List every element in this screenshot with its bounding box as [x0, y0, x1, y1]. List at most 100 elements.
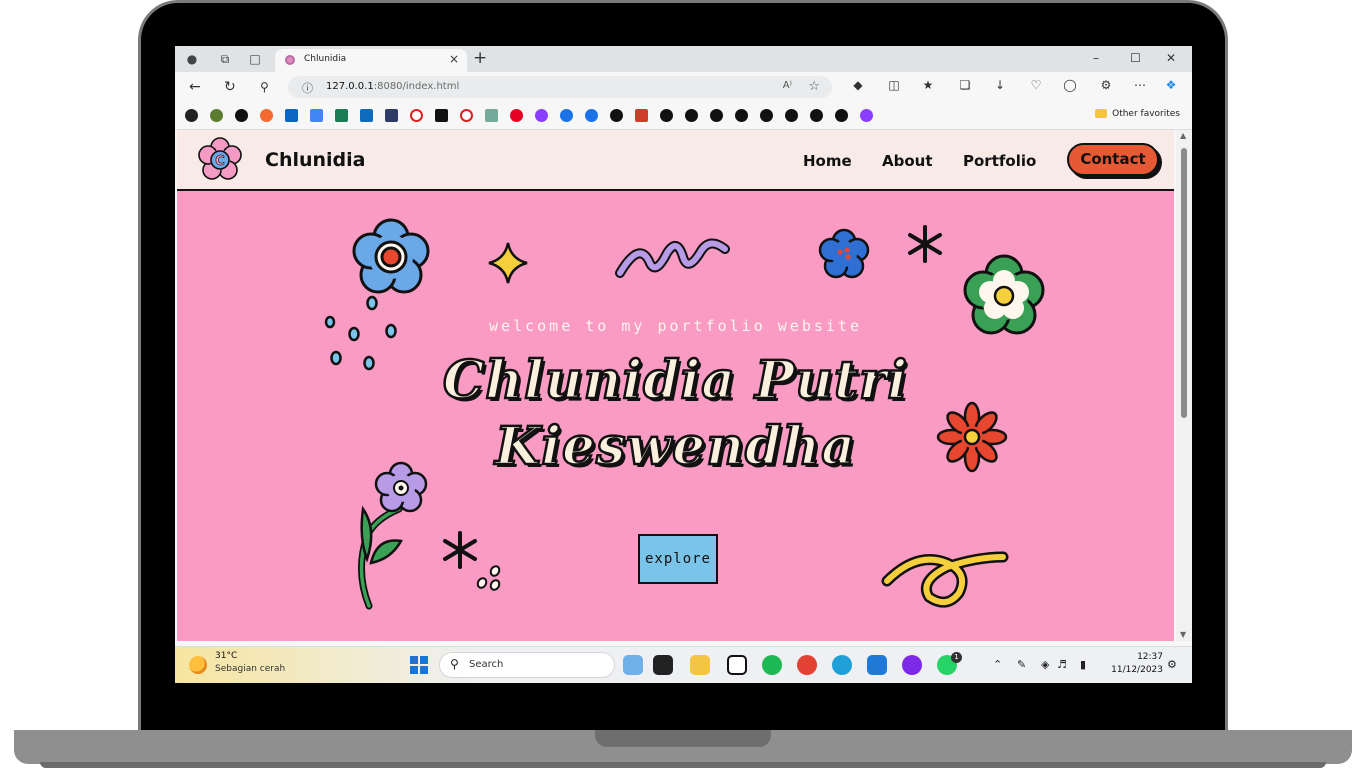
favorites-bar: Other favorites [175, 102, 1192, 130]
spotify-icon[interactable] [762, 655, 782, 675]
clock-time: 12:37 [1137, 652, 1163, 662]
github-icon[interactable] [810, 109, 823, 122]
site-icon[interactable] [385, 109, 398, 122]
explore-button[interactable]: explore [638, 534, 718, 584]
tray-overflow-icon[interactable]: ⌃ [993, 658, 1002, 671]
windows-start-icon[interactable] [410, 656, 428, 674]
notion-icon[interactable] [727, 655, 747, 675]
web-page: C Chlunidia Home About Portfolio Contact [177, 130, 1174, 641]
github-icon[interactable] [235, 109, 248, 122]
extension-icon[interactable]: ◆ [850, 78, 866, 92]
read-aloud-icon[interactable]: A⁾ [783, 80, 792, 91]
weather-condition[interactable]: Sebagian cerah [215, 664, 285, 674]
pinterest-icon[interactable] [510, 109, 523, 122]
clock[interactable]: 12:37 11/12/2023 [1103, 651, 1163, 677]
health-icon[interactable]: ♡ [1028, 78, 1044, 92]
tab-chlunidia[interactable]: Chlunidia × [275, 49, 467, 72]
github-icon[interactable] [735, 109, 748, 122]
other-favorites[interactable]: Other favorites [1095, 109, 1180, 119]
task-view-icon[interactable] [653, 655, 673, 675]
scroll-down-icon[interactable]: ▼ [1180, 630, 1186, 639]
chatgpt-icon[interactable] [485, 109, 498, 122]
contact-button[interactable]: Contact [1067, 143, 1159, 176]
nav-about[interactable]: About [882, 152, 933, 170]
github-icon[interactable] [660, 109, 673, 122]
tab-bar: ● ⧉ □ Chlunidia × + – ☐ ✕ [175, 46, 1192, 72]
weather-icon[interactable] [189, 656, 207, 674]
gitlab-icon[interactable] [260, 109, 273, 122]
browser-essentials-icon[interactable]: ◯ [1062, 78, 1078, 92]
site-icon[interactable] [860, 109, 873, 122]
more-menu-icon[interactable]: ⋯ [1132, 78, 1148, 92]
site-icon[interactable] [635, 109, 648, 122]
tab-close-icon[interactable]: × [449, 52, 459, 66]
tab-actions-icon[interactable]: □ [248, 52, 262, 66]
url-field[interactable]: ⓘ 127.0.0.1:8080/index.html A⁾ ☆ [288, 76, 832, 98]
search-icon[interactable]: ⚲ [260, 80, 269, 94]
github-icon[interactable] [835, 109, 848, 122]
url-text: 127.0.0.1:8080/index.html [326, 81, 460, 92]
back-icon[interactable]: ← [189, 79, 201, 95]
chrome-icon[interactable] [797, 655, 817, 675]
refresh-icon[interactable]: ↻ [224, 79, 236, 95]
github-icon[interactable] [710, 109, 723, 122]
folder-icon [1095, 109, 1108, 118]
whatsapp-badge: 1 [951, 652, 962, 663]
site-header: C Chlunidia Home About Portfolio Contact [177, 130, 1174, 191]
split-screen-icon[interactable]: ◫ [886, 78, 902, 92]
site-icon[interactable] [410, 109, 423, 122]
workspaces-icon[interactable]: ⧉ [218, 52, 232, 66]
docs-icon[interactable] [310, 109, 323, 122]
battery-icon[interactable]: ▮ [1080, 658, 1086, 671]
extensions-icon[interactable]: ⚙ [1098, 78, 1114, 92]
site-icon[interactable] [210, 109, 223, 122]
clock-date: 11/12/2023 [1111, 665, 1163, 675]
site-brand[interactable]: Chlunidia [265, 149, 365, 171]
nav-portfolio[interactable]: Portfolio [963, 152, 1036, 170]
copilot-app-icon[interactable] [623, 655, 643, 675]
new-tab-button[interactable]: + [473, 48, 487, 68]
outlook-icon[interactable] [360, 109, 373, 122]
notifications-icon[interactable]: ⚙ [1167, 658, 1177, 671]
linkedin-icon[interactable] [285, 109, 298, 122]
canva-icon[interactable] [902, 655, 922, 675]
hero-name-line2: Kieswendha [494, 415, 856, 479]
minimize-button[interactable]: – [1093, 51, 1099, 65]
vscode-icon[interactable] [867, 655, 887, 675]
file-explorer-icon[interactable] [690, 655, 710, 675]
downloads-icon[interactable]: ↓ [992, 78, 1008, 92]
close-window-button[interactable]: ✕ [1166, 51, 1176, 65]
volume-icon[interactable]: ♬ [1057, 658, 1067, 671]
github-icon[interactable] [685, 109, 698, 122]
maximize-button[interactable]: ☐ [1130, 51, 1141, 65]
wifi-icon[interactable]: ◈ [1041, 658, 1049, 671]
profile-icon[interactable]: ● [185, 52, 199, 66]
github-icon[interactable] [785, 109, 798, 122]
page-scrollbar[interactable]: ▲ ▼ [1176, 130, 1192, 641]
quora-icon[interactable] [460, 109, 473, 122]
scroll-up-icon[interactable]: ▲ [1180, 131, 1186, 140]
sparkle-icon [488, 242, 528, 284]
favorite-star-icon[interactable]: ☆ [808, 79, 820, 94]
github-icon[interactable] [610, 109, 623, 122]
medium-icon[interactable] [185, 109, 198, 122]
site-info-icon[interactable]: ⓘ [302, 80, 313, 96]
favorites-icon[interactable]: ★ [920, 78, 936, 92]
site-icon[interactable] [435, 109, 448, 122]
logo-flower-icon[interactable]: C [197, 137, 243, 183]
sheets-icon[interactable] [335, 109, 348, 122]
laptop-base-shadow [40, 762, 1326, 768]
scroll-thumb[interactable] [1181, 148, 1187, 418]
site-icon[interactable] [535, 109, 548, 122]
site-icon[interactable] [585, 109, 598, 122]
taskbar-search[interactable]: ⚲ Search [439, 652, 615, 678]
screen: ● ⧉ □ Chlunidia × + – ☐ ✕ ← ↻ ⚲ ⓘ 127.0.… [175, 46, 1192, 683]
github-icon[interactable] [760, 109, 773, 122]
weather-temperature[interactable]: 31°C [215, 651, 237, 661]
site-icon[interactable] [560, 109, 573, 122]
pen-icon[interactable]: ✎ [1017, 658, 1026, 671]
edge-icon[interactable] [832, 655, 852, 675]
copilot-icon[interactable]: ❖ [1163, 78, 1179, 92]
collections-icon[interactable]: ❏ [957, 78, 973, 92]
nav-home[interactable]: Home [803, 152, 852, 170]
